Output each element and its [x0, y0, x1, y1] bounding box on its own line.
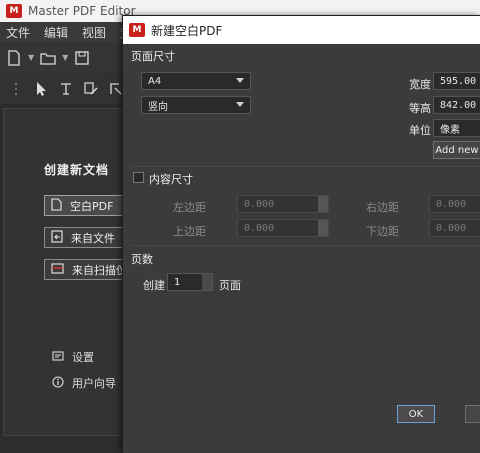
tools-toolbar — [0, 74, 124, 104]
import-file-icon — [51, 229, 63, 246]
height-label: 等高 — [409, 102, 431, 115]
blank-pdf-label: 空白PDF — [70, 199, 114, 213]
pages-unit-label: 页面 — [219, 279, 241, 292]
left-margin-spinner[interactable] — [318, 196, 328, 212]
create-label: 创建 — [143, 279, 165, 292]
cancel-button-partial[interactable] — [465, 405, 480, 423]
user-guide-link[interactable]: 用户向导 — [52, 375, 116, 391]
orientation-chevron-icon — [236, 102, 244, 107]
orientation-select[interactable]: 竖向 — [141, 96, 251, 114]
width-label: 宽度 — [409, 78, 431, 91]
from-file-label: 来自文件 — [71, 231, 115, 245]
from-scanner-label: 来自扫描仪 — [72, 263, 127, 277]
height-field[interactable]: 842.00 pt — [433, 96, 480, 114]
dialog-titlebar: M 新建空白PDF — [123, 16, 480, 44]
open-folder-icon[interactable] — [40, 50, 56, 66]
menu-file[interactable]: 文件 — [6, 24, 30, 41]
ok-button[interactable]: OK — [397, 405, 435, 423]
page-size-section-label: 页面尺寸 — [131, 50, 175, 63]
scanner-icon — [51, 262, 64, 277]
bottom-margin-field[interactable]: 0.000 — [429, 219, 480, 237]
section-divider — [131, 166, 480, 167]
main-toolbar: ▼ ▼ — [0, 42, 124, 74]
left-margin-field[interactable]: 0.000 — [237, 195, 329, 213]
dialog-logo-icon: M — [129, 23, 145, 37]
bottom-margin-label: 下边距 — [366, 225, 399, 238]
content-size-checkbox[interactable] — [133, 172, 144, 183]
page-count-value: 1 — [174, 276, 181, 288]
info-icon — [52, 375, 64, 391]
settings-label: 设置 — [72, 351, 94, 364]
settings-link[interactable]: 设置 — [52, 349, 94, 365]
start-panel: 创建新文档 空白PDF 来自文件 来自扫描仪 设置 用户向导 — [3, 108, 130, 436]
text-select-icon[interactable] — [58, 81, 73, 97]
paper-size-chevron-icon — [236, 78, 244, 83]
paper-size-select[interactable]: A4 — [141, 72, 251, 90]
right-margin-label: 右边距 — [366, 201, 399, 214]
settings-icon — [52, 350, 64, 365]
new-document-icon[interactable] — [6, 49, 22, 66]
select-pointer-icon[interactable] — [33, 81, 48, 97]
from-file-button[interactable]: 来自文件 — [44, 227, 130, 248]
top-margin-value: 0.000 — [244, 222, 275, 234]
section-divider-2 — [131, 245, 480, 246]
save-icon[interactable] — [74, 50, 90, 66]
blank-pdf-button[interactable]: 空白PDF — [44, 195, 130, 216]
width-field[interactable]: 595.00 pt — [433, 72, 480, 90]
orientation-value: 竖向 — [148, 101, 168, 113]
menu-edit[interactable]: 编辑 — [44, 24, 68, 41]
add-new-button[interactable]: Add new — [433, 141, 480, 159]
paper-size-value: A4 — [148, 75, 162, 87]
blank-page-icon — [51, 197, 62, 214]
user-guide-label: 用户向导 — [72, 377, 116, 390]
unit-value: 像素 — [440, 124, 460, 136]
open-dropdown-chevron-icon[interactable]: ▼ — [62, 53, 68, 62]
right-margin-field[interactable]: 0.000 — [429, 195, 480, 213]
status-bar — [0, 436, 124, 453]
app-title: Master PDF Editor — [28, 4, 136, 18]
new-dropdown-chevron-icon[interactable]: ▼ — [28, 53, 34, 62]
unit-select[interactable]: 像素 — [433, 119, 480, 137]
top-margin-field[interactable]: 0.000 — [237, 219, 329, 237]
edit-object-icon[interactable] — [84, 81, 99, 97]
unit-label: 单位 — [409, 124, 431, 137]
content-size-section-label: 内容尺寸 — [149, 173, 193, 186]
grip-icon — [8, 81, 23, 97]
create-document-heading: 创建新文档 — [44, 163, 110, 177]
top-margin-spinner[interactable] — [318, 220, 328, 236]
top-margin-label: 上边距 — [173, 225, 206, 238]
dialog-title: 新建空白PDF — [151, 23, 223, 38]
from-scanner-button[interactable]: 来自扫描仪 — [44, 259, 130, 280]
page-count-spinner[interactable] — [202, 274, 212, 290]
page-count-field[interactable]: 1 — [167, 273, 213, 291]
new-blank-pdf-dialog: M 新建空白PDF 页面尺寸 A4 竖向 宽度 595.00 pt 等高 842… — [122, 15, 480, 453]
left-margin-value: 0.000 — [244, 198, 275, 210]
menu-view[interactable]: 视图 — [82, 24, 106, 41]
pages-section-label: 页数 — [131, 253, 153, 266]
left-margin-label: 左边距 — [173, 201, 206, 214]
app-logo-icon: M — [6, 4, 22, 18]
